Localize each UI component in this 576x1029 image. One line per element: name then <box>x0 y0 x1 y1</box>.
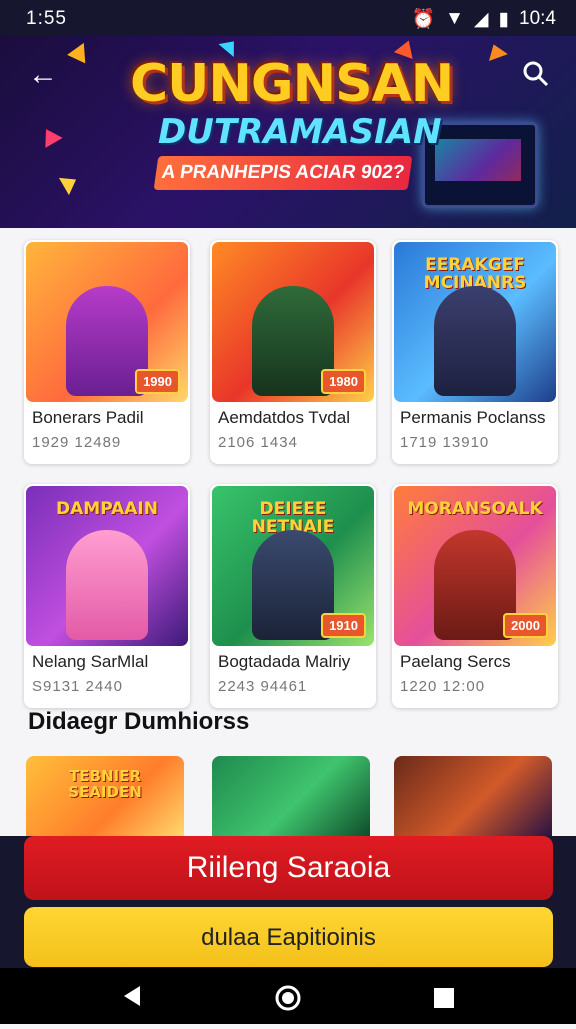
game-card[interactable]: DEIEEE NETNAIE 1910 Bogtadada Malriy 224… <box>210 484 376 708</box>
game-thumbnail: 1980 <box>212 242 374 402</box>
primary-action-button[interactable]: Riileng Saraoia <box>24 836 553 900</box>
character-art <box>66 530 148 640</box>
nav-recents-button[interactable] <box>412 968 476 1024</box>
hero-ribbon: A PRANHEPIS ACIAR 902? <box>153 156 413 190</box>
game-meta: 2243 94461 <box>218 678 308 695</box>
back-arrow-icon[interactable]: ← <box>28 58 58 92</box>
nav-back-button[interactable] <box>100 968 164 1024</box>
alarm-icon: ⏰ <box>411 9 436 30</box>
game-thumbnail: MORANSOALK 2000 <box>394 486 556 646</box>
game-badge: 1980 <box>321 369 366 394</box>
secondary-action-button[interactable]: dulaa Eapitioinis <box>24 907 553 967</box>
game-meta: 1220 12:00 <box>400 678 486 695</box>
confetti-shard <box>484 41 508 61</box>
game-badge: 2000 <box>503 613 548 638</box>
game-badge: 1910 <box>321 613 366 638</box>
nav-home-button[interactable] <box>256 968 320 1024</box>
game-meta: 1719 13910 <box>400 434 490 451</box>
status-time: 1:55 <box>26 8 67 29</box>
game-art-title: TEBNIER SEAIDEN <box>68 767 142 801</box>
character-art <box>434 286 516 396</box>
game-badge: 1990 <box>135 369 180 394</box>
battery-icon: ▮ <box>498 8 510 30</box>
navigation-bar <box>0 968 576 1024</box>
hero-banner[interactable]: ← CUNGNSAN DUTRAMASIAN A PRANHEPIS ACIAR… <box>0 36 576 228</box>
game-thumbnail: DAMPAAIN <box>26 486 188 646</box>
status-icons: ⏰ ▼ ◢ ▮ 10:4 <box>411 7 556 31</box>
section-title: Didaegr Dumhiorss <box>28 708 250 735</box>
hero-subtitle: DUTRAMASIAN <box>158 112 442 152</box>
confetti-shard <box>58 170 82 196</box>
game-title: Aemdatdos Tvdal <box>218 408 350 427</box>
game-card[interactable]: 1980 Aemdatdos Tvdal 2106 1434 <box>210 240 376 464</box>
game-meta: 2106 1434 <box>218 434 298 451</box>
game-meta: S9131 2440 <box>32 678 123 695</box>
game-art-title: MORANSOALK <box>407 499 543 519</box>
game-card[interactable]: 1990 Bonerars Padil 1929 12489 <box>24 240 190 464</box>
game-thumbnail[interactable] <box>212 756 370 836</box>
back-triangle-icon <box>124 986 140 1006</box>
status-clock: 10:4 <box>519 8 556 29</box>
confetti-shard <box>67 38 93 64</box>
game-title: Permanis Poclanss <box>400 408 546 427</box>
game-card[interactable]: EERAKGEF MCINANRS Permanis Poclanss 1719… <box>392 240 558 464</box>
search-icon[interactable] <box>522 60 550 96</box>
game-thumbnail: EERAKGEF MCINANRS <box>394 242 556 402</box>
game-card[interactable]: MORANSOALK 2000 Paelang Sercs 1220 12:00 <box>392 484 558 708</box>
game-thumbnail: DEIEEE NETNAIE 1910 <box>212 486 374 646</box>
game-card[interactable]: DAMPAAIN Nelang SarMlal S9131 2440 <box>24 484 190 708</box>
game-title: Bonerars Padil <box>32 408 144 427</box>
home-circle-icon <box>275 985 301 1011</box>
wifi-icon: ▼ <box>445 8 464 29</box>
signal-icon: ◢ <box>473 8 489 30</box>
game-title: Paelang Sercs <box>400 652 511 671</box>
game-meta: 1929 12489 <box>32 434 122 451</box>
game-title: Nelang SarMlal <box>32 652 149 671</box>
status-bar: 1:55 ⏰ ▼ ◢ ▮ 10:4 <box>0 0 576 36</box>
game-title: Bogtadada Malriy <box>218 652 351 671</box>
hero-title: CUNGNSAN <box>130 54 454 114</box>
game-art-title: DAMPAAIN <box>56 499 158 519</box>
confetti-shard <box>37 124 63 148</box>
game-thumbnail[interactable] <box>394 756 552 836</box>
recents-square-icon <box>434 988 454 1008</box>
game-thumbnail[interactable]: TEBNIER SEAIDEN <box>26 756 184 836</box>
game-thumbnail: 1990 <box>26 242 188 402</box>
